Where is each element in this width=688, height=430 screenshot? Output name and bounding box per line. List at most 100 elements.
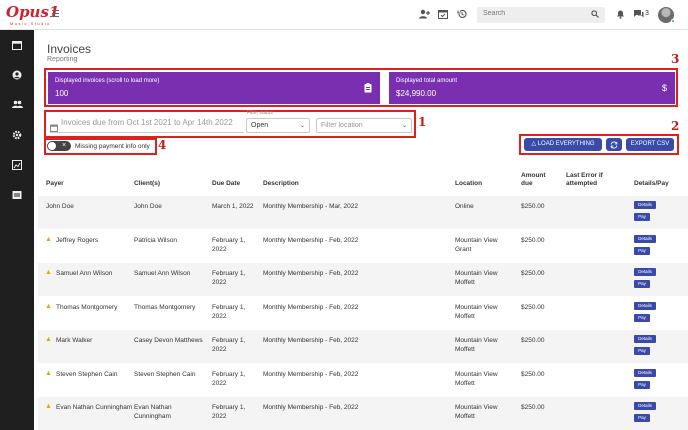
pay-button[interactable]: Pay [634, 380, 650, 389]
client-cell: Thomas Montgomery [134, 303, 196, 311]
amount-cell: $250.00 [521, 236, 545, 244]
details-button[interactable]: Details [634, 335, 656, 343]
description-cell: Monthly Membership - Feb, 2022 [263, 370, 359, 378]
column-header-due-date[interactable]: Due Date [212, 180, 240, 188]
column-header-clients[interactable]: Client(s) [134, 180, 160, 188]
payer-cell: Steven Stephen Cain [56, 370, 118, 378]
pay-button[interactable]: Pay [634, 414, 650, 422]
chat-count-badge: 3 [645, 10, 649, 17]
sidebar [0, 30, 34, 430]
amount-cell: $250.00 [521, 203, 545, 210]
payer-cell: Mark Walker [56, 337, 93, 344]
pay-button[interactable]: Pay [634, 313, 650, 322]
chat-icon[interactable] [632, 9, 644, 21]
status-select[interactable]: Open ⌄ [246, 118, 310, 133]
page-title: Invoices [47, 42, 92, 56]
gear-icon[interactable] [11, 130, 23, 142]
top-bar: Opus1 Music Studio 3 [0, 0, 688, 30]
details-button[interactable]: Details [634, 201, 656, 209]
location-cell: Mountain View Moffett [455, 270, 498, 286]
description-cell: Monthly Membership - Feb, 2022 [263, 236, 359, 244]
calendar-icon [50, 119, 58, 137]
due-date-cell: March 1, 2022 [212, 203, 254, 210]
description-cell: Monthly Membership - Feb, 2022 [263, 270, 359, 277]
status-select-value: Open [251, 122, 269, 129]
annotation-marker-3: 3 [671, 52, 680, 66]
column-header-amount-due[interactable]: Amount due [521, 172, 553, 188]
table-row: ▲ Jeffrey Rogers Patricia Wilson February 1… [38, 230, 688, 263]
chart-icon[interactable] [11, 160, 23, 172]
warning-icon: ▲ [45, 269, 52, 276]
table-row: ▲ Mark Walker Casey Devon Matthews February… [38, 330, 688, 363]
person-icon[interactable] [11, 70, 23, 82]
date-range-underline [50, 132, 244, 133]
warning-icon: ▲ [45, 302, 52, 310]
online-status-dot [671, 19, 675, 23]
client-cell: Patricia Wilson [134, 236, 177, 244]
warning-icon: ▲ [45, 369, 52, 377]
search-icon[interactable] [591, 10, 599, 20]
close-icon: × [62, 142, 67, 149]
client-cell: Samuel Ann Wilson [134, 270, 191, 277]
client-cell: Evan Nathan Cunningham [134, 404, 172, 420]
details-button[interactable]: Details [634, 268, 656, 276]
description-cell: Monthly Membership - Feb, 2022 [263, 404, 359, 411]
date-range-text: Invoices due from Oct 1st 2021 to Apr 14… [61, 118, 233, 127]
warning-icon: ▲ [45, 403, 52, 410]
location-select-placeholder: Filter location [321, 122, 363, 129]
person-add-icon[interactable] [418, 9, 430, 21]
table-row: John Doe John Doe March 1, 2022 Monthly Mem… [38, 196, 688, 229]
amount-cell: $250.00 [521, 370, 545, 378]
people-icon[interactable] [11, 100, 23, 112]
calendar-check-icon[interactable] [437, 9, 449, 21]
menu-icon[interactable] [52, 10, 59, 17]
page-subtitle: Reporting [47, 56, 78, 63]
annotation-marker-1: 1 [418, 115, 427, 129]
location-cell: Online [455, 203, 474, 210]
location-select[interactable]: Filter location ⌄ [316, 118, 412, 133]
location-cell: Mountain View Moffett [455, 337, 498, 353]
details-button[interactable]: Details [634, 402, 656, 410]
missing-payment-label: Missing payment info only [75, 143, 150, 150]
report-icon[interactable] [11, 190, 23, 202]
search-bar[interactable] [477, 7, 605, 23]
column-header-location[interactable]: Location [455, 180, 482, 188]
column-header-description[interactable]: Description [263, 180, 299, 188]
pay-button[interactable]: Pay [634, 213, 650, 221]
bell-icon[interactable] [614, 9, 626, 21]
details-button[interactable]: Details [634, 234, 656, 243]
client-cell: Casey Devon Matthews [134, 337, 203, 344]
load-everything-label: LOAD EVERYTHING [537, 141, 595, 147]
chevron-down-icon: ⌄ [401, 123, 407, 129]
due-date-cell: February 1, 2022 [212, 370, 246, 387]
column-header-last-error[interactable]: Last Error if attempted [566, 172, 624, 188]
location-cell: Mountain View Moffett [455, 370, 498, 387]
amount-cell: $250.00 [521, 270, 545, 277]
logo-subtitle: Music Studio [10, 21, 51, 26]
amount-cell: $250.00 [521, 404, 545, 411]
pay-button[interactable]: Pay [634, 280, 650, 288]
description-cell: Monthly Membership - Mar, 2022 [263, 203, 359, 210]
payer-cell: Evan Nathan Cunningham [56, 404, 133, 411]
details-button[interactable]: Details [634, 301, 656, 310]
search-input[interactable] [483, 10, 583, 17]
table-row: ▲ Thomas Montgomery Thomas Montgomery Febru… [38, 297, 688, 330]
table-row: ▲ Samuel Ann Wilson Samuel Ann Wilson Febru… [38, 263, 688, 296]
pay-button[interactable]: Pay [634, 246, 650, 255]
missing-payment-toggle[interactable]: × [47, 141, 71, 151]
history-icon[interactable] [456, 9, 468, 21]
refresh-button[interactable] [606, 138, 622, 151]
table-row: ▲ Steven Stephen Cain Steven Stephen Cain F… [38, 364, 688, 397]
export-csv-button[interactable]: EXPORT CSV [626, 138, 674, 151]
payer-cell: Jeffrey Rogers [56, 236, 99, 244]
warning-icon: △ [531, 141, 537, 147]
pay-button[interactable]: Pay [634, 347, 650, 355]
filter-status-label: Filter status [247, 110, 273, 116]
load-everything-button[interactable]: △ LOAD EVERYTHING [524, 138, 602, 151]
details-button[interactable]: Details [634, 368, 656, 377]
chevron-down-icon: ⌄ [299, 123, 305, 129]
due-date-cell: February 1, 2022 [212, 404, 246, 420]
payer-cell: Samuel Ann Wilson [56, 270, 113, 277]
column-header-payer[interactable]: Payer [46, 180, 64, 188]
calendar-icon[interactable] [11, 40, 23, 52]
